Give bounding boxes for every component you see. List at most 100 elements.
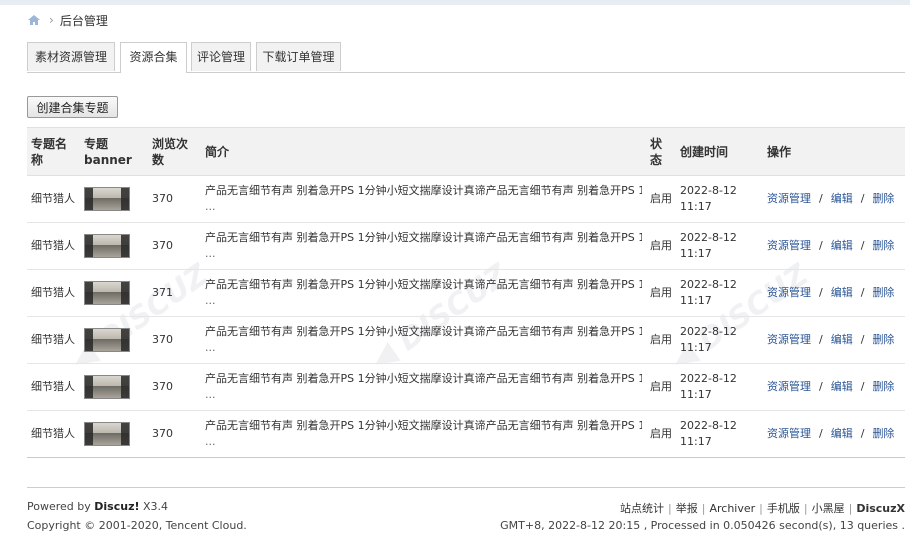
- row-name: 细节猎人: [27, 222, 80, 270]
- powered-by: Powered by Discuz! X3.4: [27, 500, 169, 513]
- row-ops: 资源管理 / 编辑 / 删除: [763, 363, 905, 411]
- row-views: 370: [148, 175, 201, 223]
- edit-link[interactable]: 编辑: [831, 192, 853, 205]
- row-created: 2022-8-12 11:17: [676, 269, 763, 317]
- separator: /: [819, 239, 823, 252]
- processing-stats: GMT+8, 2022-8-12 20:15 , Processed in 0.…: [500, 519, 905, 532]
- separator: /: [860, 192, 865, 205]
- row-name: 细节猎人: [27, 316, 80, 364]
- row-banner: [80, 363, 148, 411]
- separator: /: [819, 192, 823, 205]
- create-collection-button[interactable]: 创建合集专题: [27, 96, 118, 118]
- row-name: 细节猎人: [27, 269, 80, 317]
- manage-resources-link[interactable]: 资源管理: [767, 380, 811, 393]
- banner-thumbnail[interactable]: [84, 234, 130, 258]
- copyright: Copyright © 2001-2020, Tencent Cloud.: [27, 519, 247, 532]
- separator: /: [819, 333, 823, 346]
- footer-link-stats[interactable]: 站点统计: [620, 502, 664, 515]
- footer-link-discuzx[interactable]: DiscuzX: [856, 502, 905, 515]
- table-row: 细节猎人 370 产品无言细节有声 别着急开PS 1分钟小短文揣摩设计真谛产品无言细…: [27, 363, 905, 411]
- row-views: 371: [148, 269, 201, 317]
- header-views: 浏览次数: [148, 127, 201, 176]
- edit-link[interactable]: 编辑: [831, 427, 853, 440]
- banner-thumbnail[interactable]: [84, 281, 130, 305]
- header-ops: 操作: [763, 127, 905, 176]
- created-time: 11:17: [680, 341, 712, 354]
- footer-link-blackroom[interactable]: 小黑屋: [812, 502, 845, 515]
- created-time: 11:17: [680, 294, 712, 307]
- created-time: 11:17: [680, 435, 712, 448]
- tab-download-orders[interactable]: 下载订单管理: [256, 42, 341, 71]
- edit-link[interactable]: 编辑: [831, 380, 853, 393]
- home-icon[interactable]: [27, 13, 41, 27]
- row-ops: 资源管理 / 编辑 / 删除: [763, 222, 905, 270]
- footer-divider: [27, 487, 905, 488]
- row-ops: 资源管理 / 编辑 / 删除: [763, 269, 905, 317]
- delete-link[interactable]: 删除: [872, 380, 894, 393]
- row-name: 细节猎人: [27, 363, 80, 411]
- banner-thumbnail[interactable]: [84, 422, 130, 446]
- footer-link-archiver[interactable]: Archiver: [709, 502, 755, 515]
- delete-link[interactable]: 删除: [872, 286, 894, 299]
- intro-ellipsis: ...: [205, 388, 216, 401]
- tab-comment-management[interactable]: 评论管理: [191, 42, 251, 71]
- row-name: 细节猎人: [27, 410, 80, 458]
- banner-thumbnail[interactable]: [84, 375, 130, 399]
- banner-thumbnail[interactable]: [84, 187, 130, 211]
- row-banner: [80, 222, 148, 270]
- manage-resources-link[interactable]: 资源管理: [767, 427, 811, 440]
- delete-link[interactable]: 删除: [872, 192, 894, 205]
- edit-link[interactable]: 编辑: [831, 333, 853, 346]
- edit-link[interactable]: 编辑: [831, 286, 853, 299]
- discuz-link[interactable]: Discuz!: [94, 500, 139, 513]
- row-views: 370: [148, 316, 201, 364]
- intro-ellipsis: ...: [205, 294, 216, 307]
- row-banner: [80, 175, 148, 223]
- created-time: 11:17: [680, 388, 712, 401]
- separator: /: [819, 286, 823, 299]
- header-intro: 简介: [201, 127, 646, 176]
- banner-thumbnail[interactable]: [84, 328, 130, 352]
- created-date: 2022-8-12: [680, 372, 737, 385]
- intro-ellipsis: ...: [205, 435, 216, 448]
- created-date: 2022-8-12: [680, 325, 737, 338]
- row-banner: [80, 410, 148, 458]
- row-banner: [80, 316, 148, 364]
- row-status: 启用: [646, 410, 676, 458]
- separator: /: [819, 427, 823, 440]
- footer-link-mobile[interactable]: 手机版: [767, 502, 800, 515]
- separator: /: [860, 333, 865, 346]
- row-ops: 资源管理 / 编辑 / 删除: [763, 410, 905, 458]
- tab-material-management[interactable]: 素材资源管理: [27, 42, 115, 71]
- footer-link-report[interactable]: 举报: [676, 502, 698, 515]
- manage-resources-link[interactable]: 资源管理: [767, 192, 811, 205]
- top-strip: [0, 0, 910, 5]
- manage-resources-link[interactable]: 资源管理: [767, 286, 811, 299]
- separator: /: [860, 427, 865, 440]
- row-intro: 产品无言细节有声 别着急开PS 1分钟小短文揣摩设计真谛产品无言细节有声 别着急…: [201, 175, 646, 223]
- intro-ellipsis: ...: [205, 341, 216, 354]
- separator: /: [819, 380, 823, 393]
- delete-link[interactable]: 删除: [872, 333, 894, 346]
- row-intro: 产品无言细节有声 别着急开PS 1分钟小短文揣摩设计真谛产品无言细节有声 别着急…: [201, 222, 646, 270]
- created-time: 11:17: [680, 200, 712, 213]
- chevron-right-icon: ›: [49, 13, 54, 27]
- row-intro: 产品无言细节有声 别着急开PS 1分钟小短文揣摩设计真谛产品无言细节有声 别着急…: [201, 269, 646, 317]
- row-banner: [80, 269, 148, 317]
- row-ops: 资源管理 / 编辑 / 删除: [763, 316, 905, 364]
- breadcrumb: › 后台管理: [27, 11, 108, 29]
- row-created: 2022-8-12 11:17: [676, 363, 763, 411]
- manage-resources-link[interactable]: 资源管理: [767, 239, 811, 252]
- edit-link[interactable]: 编辑: [831, 239, 853, 252]
- delete-link[interactable]: 删除: [872, 427, 894, 440]
- breadcrumb-current: 后台管理: [59, 13, 108, 28]
- delete-link[interactable]: 删除: [872, 239, 894, 252]
- tab-resource-collection[interactable]: 资源合集: [120, 42, 187, 73]
- footer-links: 站点统计 | 举报 | Archiver | 手机版 | 小黑屋 | DiscuzX: [620, 502, 905, 515]
- manage-resources-link[interactable]: 资源管理: [767, 333, 811, 346]
- row-views: 370: [148, 410, 201, 458]
- tab-bar: 素材资源管理 资源合集 评论管理 下载订单管理: [27, 42, 905, 73]
- collection-table: 专题名称 专题banner 浏览次数 简介 状态 创建时间 操作 细节猎人 370…: [27, 127, 905, 458]
- separator: /: [860, 380, 865, 393]
- row-created: 2022-8-12 11:17: [676, 175, 763, 223]
